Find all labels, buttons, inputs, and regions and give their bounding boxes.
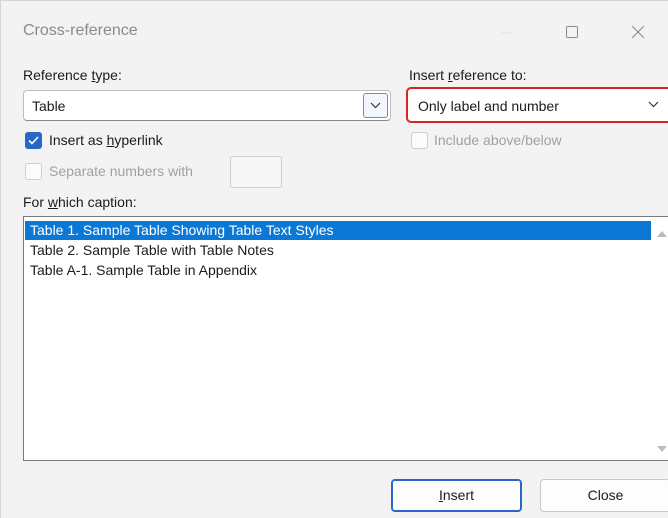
reference-type-dropdown[interactable]: Table	[23, 90, 391, 121]
triangle-up-icon	[657, 231, 667, 237]
reference-type-label-post: ype:	[95, 67, 122, 83]
caption-label-key: w	[47, 194, 59, 210]
insert-reference-label-pre: Insert	[409, 67, 448, 83]
close-button[interactable]: Close	[540, 479, 668, 512]
hyperlink-label-post: yperlink	[114, 132, 163, 148]
close-icon	[631, 25, 645, 39]
dialog-title: Cross-reference	[23, 22, 138, 39]
insert-reference-chevron[interactable]	[642, 93, 667, 118]
reference-type-chevron[interactable]	[363, 93, 388, 118]
insert-reference-dropdown[interactable]: Only label and number	[406, 87, 668, 123]
caption-label: For which caption:	[23, 194, 137, 210]
hyperlink-checkbox[interactable]	[25, 132, 42, 149]
title-bar: Cross-reference	[1, 1, 668, 63]
reference-type-value: Table	[32, 98, 66, 114]
minimize-button[interactable]	[483, 13, 529, 51]
minimize-icon	[501, 32, 511, 34]
triangle-down-icon	[657, 446, 667, 452]
insert-reference-label-post: eference to:	[452, 67, 527, 83]
insert-button[interactable]: Insert	[391, 479, 522, 512]
cross-reference-dialog: Cross-reference Reference type: Table In…	[0, 0, 668, 518]
insert-reference-value: Only label and number	[418, 98, 559, 114]
caption-label-post: hich caption:	[58, 194, 137, 210]
maximize-icon	[566, 26, 578, 38]
separate-numbers-input[interactable]	[230, 156, 282, 188]
checkmark-icon	[28, 136, 39, 145]
caption-list-item[interactable]: Table 1. Sample Table Showing Table Text…	[25, 221, 651, 240]
caption-list-item[interactable]: Table 2. Sample Table with Table Notes	[25, 241, 651, 260]
close-window-button[interactable]	[615, 13, 661, 51]
hyperlink-label-pre: Insert as	[49, 132, 107, 148]
maximize-button[interactable]	[549, 13, 595, 51]
insert-button-rest: nsert	[442, 487, 474, 503]
caption-listbox[interactable]: Table 1. Sample Table Showing Table Text…	[23, 216, 668, 461]
chevron-down-icon	[370, 102, 381, 109]
include-above-below-checkbox[interactable]	[411, 132, 428, 149]
insert-reference-label: Insert reference to:	[409, 67, 527, 83]
caption-list-item[interactable]: Table A-1. Sample Table in Appendix	[25, 261, 651, 280]
separate-numbers-checkbox[interactable]	[25, 163, 42, 180]
caption-label-pre: For	[23, 194, 48, 210]
reference-type-label: Reference type:	[23, 67, 122, 83]
scroll-down-arrow[interactable]	[656, 442, 668, 452]
include-above-below-label: Include above/below	[434, 132, 562, 148]
chevron-down-icon	[648, 101, 659, 108]
reference-type-label-pre: Reference	[23, 67, 92, 83]
scroll-up-arrow[interactable]	[656, 225, 668, 237]
hyperlink-label[interactable]: Insert as hyperlink	[49, 132, 163, 148]
separate-numbers-label: Separate numbers with	[49, 163, 193, 179]
